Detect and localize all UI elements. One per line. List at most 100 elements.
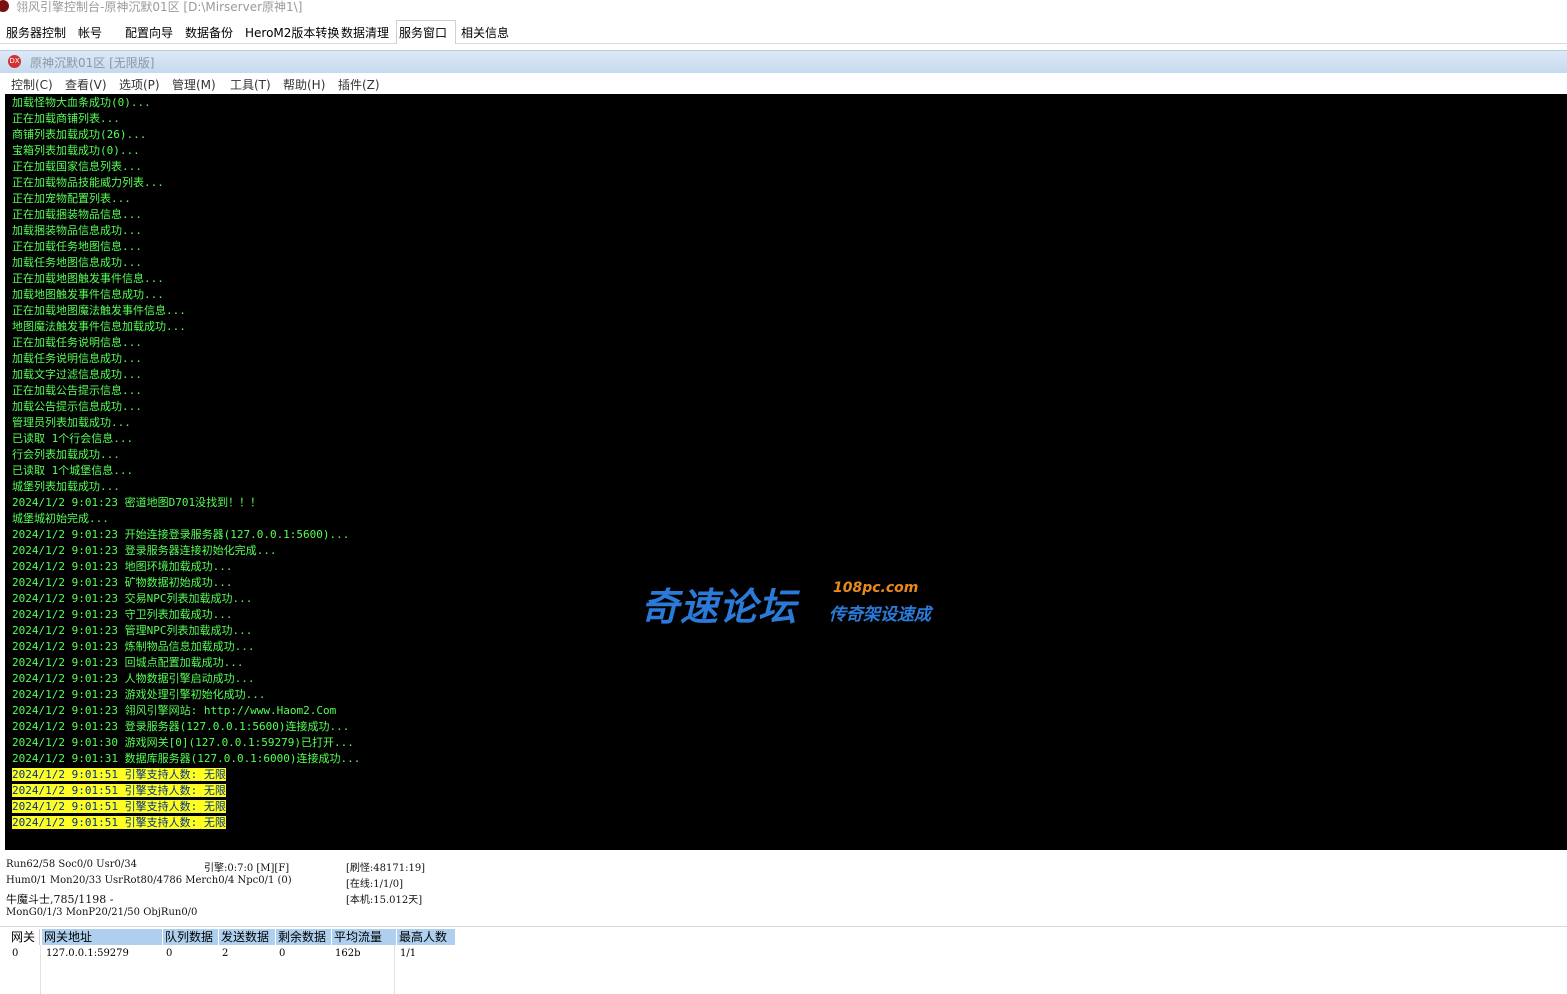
log-list: 加载怪物大血条成功(0)... 正在加载商铺列表... 商铺列表加载成功(26)..… [12,95,360,831]
status-engine: 引擎:0:7:0 [M][F] [204,863,290,874]
menu-control[interactable]: 控制(C) [11,76,53,93]
dx-app-icon: DX [8,55,21,68]
tab-herom2-convert[interactable]: HeroM2版本转换 [243,23,341,43]
forum-watermark: 奇速论坛 108pc.com 传奇架设速成 [641,576,941,629]
log-line: 管理员列表加载成功... [12,416,131,429]
log-line: 2024/1/2 9:01:23 翎风引擎网站: http://www.Haom… [12,704,337,717]
log-line: 已读取 1个城堡信息... [12,464,134,477]
column-header-avg-traffic[interactable]: 平均流量 [332,929,396,945]
log-line: 正在加载国家信息列表... [12,160,142,173]
log-line: 加载公告提示信息成功... [12,400,142,413]
cell-gateway: 0 [12,948,19,959]
log-line-highlighted: 2024/1/2 9:01:51 引擎支持人数: 无限 [12,783,360,799]
gateway-table: 网关 网关地址 队列数据 发送数据 剩余数据 平均流量 最高人数 0 127.0… [0,926,1567,994]
log-line-highlighted: 2024/1/2 9:01:51 引擎支持人数: 无限 [12,767,360,783]
log-line: 正在加载任务地图信息... [12,240,142,253]
cell-avg-traffic: 162b [335,948,361,959]
status-refresh: [刷怪:48171:19] [346,863,426,874]
log-line: 加载任务说明信息成功... [12,352,142,365]
log-line: 2024/1/2 9:01:31 数据库服务器(127.0.0.1:6000)连… [12,752,361,765]
log-line: 2024/1/2 9:01:23 游戏处理引擎初始化成功... [12,688,266,701]
menu-tools[interactable]: 工具(T) [230,76,271,93]
log-line: 加载捆装物品信息成功... [12,224,142,237]
log-line: 2024/1/2 9:01:23 开始连接登录服务器(127.0.0.1:560… [12,528,350,541]
menu-options[interactable]: 选项(P) [119,76,160,93]
log-line: 城堡列表加载成功... [12,480,120,493]
log-line: 正在加载商铺列表... [12,112,120,125]
inner-window-title-bar: DX 原神沉默01区 [无限版] [0,50,1567,73]
log-line: 地图魔法触发事件信息加载成功... [12,320,186,333]
log-line: 2024/1/2 9:01:23 管理NPC列表加载成功... [12,624,253,637]
cell-remaining: 0 [279,948,286,959]
cell-queue: 0 [166,948,173,959]
log-line: 正在加宠物配置列表... [12,192,131,205]
log-line: 2024/1/2 9:01:23 炼制物品信息加载成功... [12,640,255,653]
status-monster: 牛魔斗士,785/1198 - [6,893,114,906]
column-divider [40,945,41,994]
log-line: 2024/1/2 9:01:23 地图环境加载成功... [12,560,233,573]
column-header-queue[interactable]: 队列数据 [163,929,218,945]
app-icon [0,0,9,12]
status-hum: Hum0/1 Mon20/33 UsrRot80/4786 Merch0/4 N… [6,875,292,886]
log-line: 商铺列表加载成功(26)... [12,128,147,141]
log-line: 正在加载地图触发事件信息... [12,272,164,285]
tab-related-info[interactable]: 相关信息 [459,23,511,43]
menu-view[interactable]: 查看(V) [65,76,107,93]
status-run: Run62/58 Soc0/0 Usr0/34 [6,859,137,870]
column-header-max-users[interactable]: 最高人数 [397,929,455,945]
inner-window-title: 原神沉默01区 [无限版] [30,56,155,70]
log-line: 2024/1/2 9:01:30 游戏网关[0](127.0.0.1:59279… [12,736,354,749]
cell-sent: 2 [222,948,229,959]
cell-max-users: 1/1 [400,948,417,959]
menu-bar: 控制(C) 查看(V) 选项(P) 管理(M) 工具(T) 帮助(H) 插件(Z… [0,73,1567,93]
column-header-remaining[interactable]: 剩余数据 [276,929,331,945]
log-line: 加载地图触发事件信息成功... [12,288,164,301]
menu-help[interactable]: 帮助(H) [283,76,325,93]
log-line: 正在加载捆装物品信息... [12,208,142,221]
menu-plugins[interactable]: 插件(Z) [338,76,380,93]
tab-bar: 服务器控制 帐号 配置向导 数据备份 HeroM2版本转换 数据清理 服务窗口 … [0,17,1567,44]
tab-data-cleanup[interactable]: 数据清理 [339,23,391,43]
log-line: 宝箱列表加载成功(0)... [12,144,140,157]
log-line-highlighted: 2024/1/2 9:01:51 引擎支持人数: 无限 [12,815,360,831]
log-highlight-text: 2024/1/2 9:01:51 引擎支持人数: 无限 [12,784,226,797]
cell-address: 127.0.0.1:59279 [46,948,129,959]
log-line: 正在加载任务说明信息... [12,336,142,349]
log-highlight-text: 2024/1/2 9:01:51 引擎支持人数: 无限 [12,816,226,829]
status-panel: Run62/58 Soc0/0 Usr0/34 引擎:0:7:0 [M][F] … [0,852,1567,926]
log-highlight-text: 2024/1/2 9:01:51 引擎支持人数: 无限 [12,800,226,813]
log-line: 已读取 1个行会信息... [12,432,134,445]
log-highlight-text: 2024/1/2 9:01:51 引擎支持人数: 无限 [12,768,226,781]
log-line: 加载文字过滤信息成功... [12,368,142,381]
tab-config-wizard[interactable]: 配置向导 [123,23,175,43]
tab-data-backup[interactable]: 数据备份 [183,23,235,43]
log-line: 2024/1/2 9:01:23 矿物数据初始成功... [12,576,233,589]
log-line: 2024/1/2 9:01:23 登录服务器(127.0.0.1:5600)连接… [12,720,350,733]
watermark-slogan: 传奇架设速成 [829,605,931,625]
menu-manage[interactable]: 管理(M) [172,76,216,93]
watermark-title: 奇速论坛 [641,585,798,629]
status-online: [在线:1/1/0] [346,879,403,890]
log-line: 正在加载地图魔法触发事件信息... [12,304,186,317]
log-line: 2024/1/2 9:01:23 密道地图D701没找到！！！ [12,496,262,509]
tab-service-window[interactable]: 服务窗口 [396,20,456,44]
tab-server-control[interactable]: 服务器控制 [4,23,68,43]
log-line: 加载怪物大血条成功(0)... [12,96,151,109]
log-line: 2024/1/2 9:01:23 人物数据引擎启动成功... [12,672,255,685]
status-local: [本机:15.012天] [346,895,423,906]
log-line: 城堡城初始完成... [12,512,109,525]
log-console[interactable]: 加载怪物大血条成功(0)... 正在加载商铺列表... 商铺列表加载成功(26)..… [5,94,1567,850]
log-line-highlighted: 2024/1/2 9:01:51 引擎支持人数: 无限 [12,799,360,815]
log-line: 2024/1/2 9:01:23 登录服务器连接初始化完成... [12,544,277,557]
log-line: 2024/1/2 9:01:23 守卫列表加载成功... [12,608,233,621]
column-header-sent[interactable]: 发送数据 [219,929,275,945]
window-title: 翎风引擎控制台-原神沉默01区 [D:\Mirserver原神1\] [16,0,303,14]
column-header-address[interactable]: 网关地址 [42,929,162,945]
log-line: 2024/1/2 9:01:23 回城点配置加载成功... [12,656,244,669]
log-line: 2024/1/2 9:01:23 交易NPC列表加载成功... [12,592,253,605]
log-line: 正在加载物品技能威力列表... [12,176,164,189]
tab-account[interactable]: 帐号 [76,23,104,43]
column-divider [394,945,395,994]
log-line: 行会列表加载成功... [12,448,120,461]
column-header-gateway[interactable]: 网关 [9,929,40,945]
